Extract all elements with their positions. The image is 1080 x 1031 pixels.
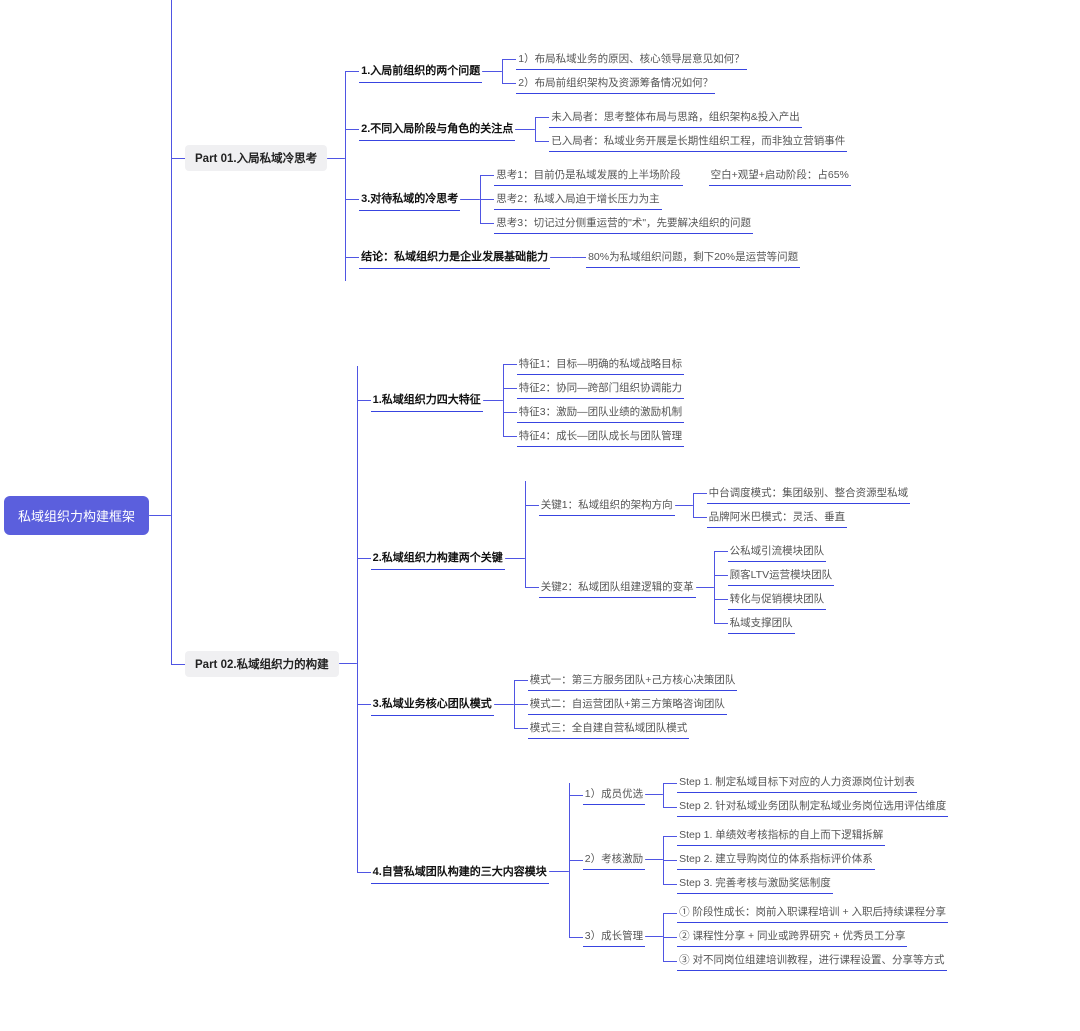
p1-s3[interactable]: 3.对待私域的冷思考 bbox=[359, 187, 460, 211]
p2-s1-d: 特征4：成长—团队成长与团队管理 bbox=[517, 426, 684, 447]
p2-s3-b: 模式二：自运营团队+第三方策略咨询团队 bbox=[528, 694, 727, 715]
connector bbox=[505, 558, 525, 559]
p2-s4-m2-children: Step 1. 单绩效考核指标的自上而下逻辑拆解 Step 2. 建立导购岗位的… bbox=[663, 824, 885, 896]
p2-s2-k1-b: 品牌阿米巴模式：灵活、垂直 bbox=[707, 507, 848, 528]
connector bbox=[515, 129, 535, 130]
p2-s2-k1-children: 中台调度模式：集团级别、整合资源型私域 品牌阿米巴模式：灵活、垂直 bbox=[693, 481, 911, 529]
connector bbox=[696, 587, 714, 588]
p1-s1-a: 1）布局私域业务的原因、核心领导层意见如何？ bbox=[516, 49, 746, 70]
p2-s4-m1-children: Step 1. 制定私域目标下对应的人力资源岗位计划表 Step 2. 针对私域… bbox=[663, 771, 948, 819]
connector bbox=[339, 663, 357, 664]
connector bbox=[550, 257, 572, 258]
connector bbox=[549, 871, 569, 872]
p1-s1-children: 1）布局私域业务的原因、核心领导层意见如何？ 2）布局前组织架构及资源筹备情况如… bbox=[502, 47, 746, 95]
part2-children: 1.私域组织力四大特征 特征1：目标—明确的私域战略目标 特征2：协同—跨部门组… bbox=[357, 338, 949, 989]
level1-fork: Part 01.入局私域冷思考 1.入局前组织的两个问题 1）布局私域业务的原因… bbox=[171, 10, 948, 1021]
p2-s4-m2[interactable]: 2）考核激励 bbox=[583, 849, 645, 870]
p2-s2-k2-children: 公私域引流模块团队 顾客LTV运营模块团队 转化与促销模块团队 私域支撑团队 bbox=[714, 539, 834, 635]
p2-s1-b: 特征2：协同—跨部门组织协调能力 bbox=[517, 378, 684, 399]
connector bbox=[149, 515, 171, 516]
connector bbox=[327, 158, 345, 159]
p2-s2-k2-d: 私域支撑团队 bbox=[728, 613, 795, 634]
p2-s4[interactable]: 4.自营私域团队构建的三大内容模块 bbox=[371, 860, 549, 884]
connector bbox=[483, 400, 503, 401]
p2-s2-k2[interactable]: 关键2：私域团队组建逻辑的变革 bbox=[539, 577, 696, 598]
connector bbox=[494, 704, 514, 705]
p1-s3-b: 思考2：私域入局迫于增长压力为主 bbox=[494, 189, 661, 210]
p1-s2[interactable]: 2.不同入局阶段与角色的关注点 bbox=[359, 117, 515, 141]
connector bbox=[645, 936, 663, 937]
p2-s1-children: 特征1：目标—明确的私域战略目标 特征2：协同—跨部门组织协调能力 特征3：激励… bbox=[503, 352, 684, 448]
p2-s1[interactable]: 1.私域组织力四大特征 bbox=[371, 388, 483, 412]
mindmap: 私域组织力构建框架 Part 01.入局私域冷思考 1.入局前组织的两个问题 1… bbox=[4, 10, 1076, 1021]
p2-s3-c: 模式三：全自建自营私域团队模式 bbox=[528, 718, 690, 739]
p2-s4-m1-a: Step 1. 制定私域目标下对应的人力资源岗位计划表 bbox=[677, 772, 917, 793]
p1-s4[interactable]: 结论：私域组织力是企业发展基础能力 bbox=[359, 245, 550, 269]
p2-s2[interactable]: 2.私域组织力构建两个关键 bbox=[371, 546, 505, 570]
connector bbox=[675, 505, 693, 506]
p2-s4-children: 1）成员优选 Step 1. 制定私域目标下对应的人力资源岗位计划表 Step … bbox=[569, 768, 949, 975]
p2-s4-m1[interactable]: 1）成员优选 bbox=[583, 784, 645, 805]
part1-node[interactable]: Part 01.入局私域冷思考 bbox=[185, 145, 327, 171]
connector bbox=[645, 859, 663, 860]
p1-s2-a: 未入局者：思考整体布局与思路，组织架构&投入产出 bbox=[549, 107, 802, 128]
p2-s4-m2-c: Step 3. 完善考核与激励奖惩制度 bbox=[677, 873, 833, 894]
p2-s1-a: 特征1：目标—明确的私域战略目标 bbox=[517, 354, 684, 375]
connector bbox=[460, 199, 480, 200]
p1-s1-b: 2）布局前组织架构及资源筹备情况如何？ bbox=[516, 73, 715, 94]
p1-s2-b: 已入局者：私域业务开展是长期性组织工程，而非独立营销事件 bbox=[549, 131, 847, 152]
part1-children: 1.入局前组织的两个问题 1）布局私域业务的原因、核心领导层意见如何？ 2）布局… bbox=[345, 42, 851, 274]
p2-s4-m3-children: ① 阶段性成长：岗前入职课程培训 + 入职后持续课程分享 ② 课程性分享 + 同… bbox=[663, 901, 948, 973]
p1-s3-c: 思考3：切记过分侧重运营的"术"，先要解决组织的问题 bbox=[494, 213, 753, 234]
p2-s4-m1-b: Step 2. 针对私域业务团队制定私域业务岗位选用评估维度 bbox=[677, 796, 948, 817]
p1-s2-children: 未入局者：思考整体布局与思路，组织架构&投入产出 已入局者：私域业务开展是长期性… bbox=[535, 105, 847, 153]
root-node[interactable]: 私域组织力构建框架 bbox=[4, 496, 149, 535]
p2-s2-k1-a: 中台调度模式：集团级别、整合资源型私域 bbox=[707, 483, 911, 504]
p2-s4-m3-a: ① 阶段性成长：岗前入职课程培训 + 入职后持续课程分享 bbox=[677, 902, 948, 923]
p2-s4-m3[interactable]: 3）成长管理 bbox=[583, 926, 645, 947]
p1-s4-children: 80%为私域组织问题，剩下20%是运营等问题 bbox=[572, 247, 800, 268]
p2-s2-k1[interactable]: 关键1：私域组织的架构方向 bbox=[539, 495, 675, 516]
p2-s3-children: 模式一：第三方服务团队+己方核心决策团队 模式二：自运营团队+第三方策略咨询团队… bbox=[514, 668, 738, 740]
p1-s3-a: 思考1：目前仍是私域发展的上半场阶段 bbox=[494, 165, 682, 186]
p1-s4-a: 80%为私域组织问题，剩下20%是运营等问题 bbox=[586, 247, 800, 268]
part2-node[interactable]: Part 02.私域组织力的构建 bbox=[185, 651, 339, 677]
p2-s4-m2-b: Step 2. 建立导购岗位的体系指标评价体系 bbox=[677, 849, 875, 870]
p2-s2-children: 关键1：私域组织的架构方向 中台调度模式：集团级别、整合资源型私域 品牌阿米巴模… bbox=[525, 476, 910, 640]
p2-s4-m3-c: ③ 对不同岗位组建培训教程，进行课程设置、分享等方式 bbox=[677, 950, 946, 971]
p2-s4-m3-b: ② 课程性分享 + 同业或跨界研究 + 优秀员工分享 bbox=[677, 926, 907, 947]
p2-s4-m2-a: Step 1. 单绩效考核指标的自上而下逻辑拆解 bbox=[677, 825, 885, 846]
connector bbox=[645, 794, 663, 795]
p1-s1[interactable]: 1.入局前组织的两个问题 bbox=[359, 59, 482, 83]
connector bbox=[482, 71, 502, 72]
p2-s1-c: 特征3：激励—团队业绩的激励机制 bbox=[517, 402, 684, 423]
p2-s3-a: 模式一：第三方服务团队+己方核心决策团队 bbox=[528, 670, 738, 691]
p1-s3-a-extra: 空白+观望+启动阶段：占65% bbox=[709, 165, 851, 186]
p2-s2-k2-b: 顾客LTV运营模块团队 bbox=[728, 565, 834, 586]
p2-s2-k2-a: 公私域引流模块团队 bbox=[728, 541, 827, 562]
p1-s3-children: 思考1：目前仍是私域发展的上半场阶段 空白+观望+启动阶段：占65% 思考2：私… bbox=[480, 163, 851, 235]
p2-s2-k2-c: 转化与促销模块团队 bbox=[728, 589, 827, 610]
p2-s3[interactable]: 3.私域业务核心团队模式 bbox=[371, 692, 494, 716]
